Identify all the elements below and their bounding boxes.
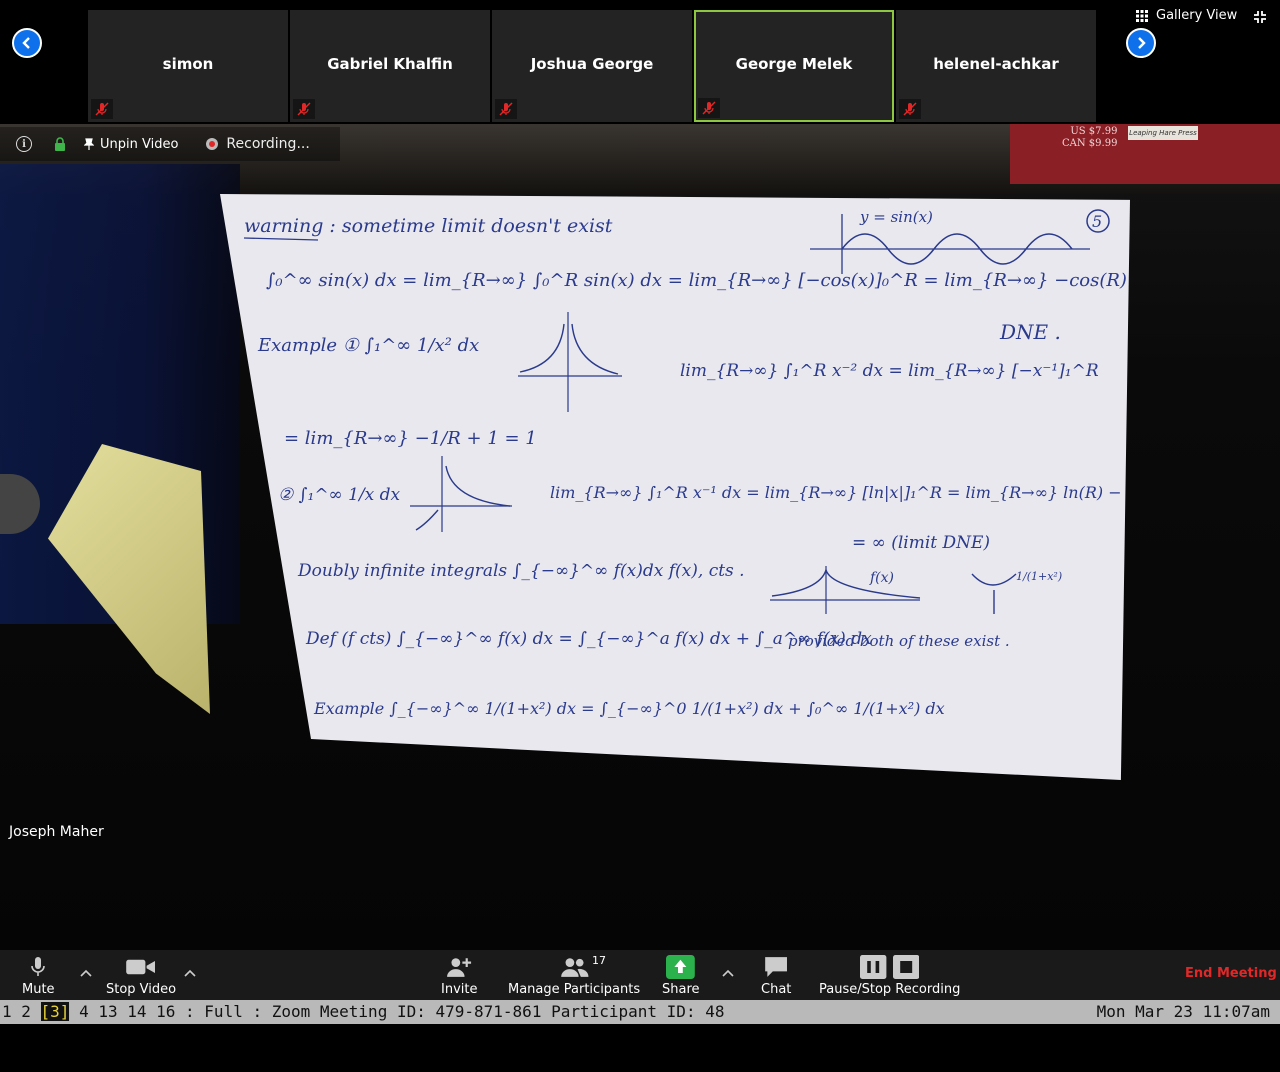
pin-icon <box>84 138 94 150</box>
share-screen-icon <box>666 955 696 979</box>
end-meeting-button[interactable]: End Meeting <box>1185 966 1277 981</box>
note-line: = lim_{R→∞} −1/R + 1 = 1 <box>284 428 537 449</box>
mute-button[interactable]: Mute <box>22 952 55 997</box>
meeting-toolbar: Mute Stop Video Invite Manage Participan… <box>0 950 1280 1000</box>
chat-label: Chat <box>761 982 792 997</box>
participant-strip: simon Gabriel Khalfin Joshua George Geor… <box>0 0 1280 124</box>
note-line: lim_{R→∞} ∫₁^R x⁻¹ dx = lim_{R→∞} [ln|x|… <box>550 483 1130 502</box>
audio-options-caret-icon[interactable] <box>80 968 92 978</box>
chevron-left-icon <box>22 37 30 49</box>
current-window: [3] <box>40 1002 70 1021</box>
participant-tile[interactable]: Gabriel Khalfin <box>290 10 490 122</box>
terminal-status-bar: 1 2 [3] 4 13 14 16 : Full : Zoom Meeting… <box>0 1000 1280 1024</box>
recording-label: Recording... <box>226 136 310 152</box>
mic-muted-icon <box>899 99 921 119</box>
record-icon <box>206 138 219 150</box>
note-line: Example ① ∫₁^∞ 1/x² dx <box>257 335 479 356</box>
participant-tile[interactable]: simon <box>88 10 288 122</box>
manage-participants-label: Manage Participants <box>508 982 641 997</box>
share-label: Share <box>662 982 700 997</box>
gallery-view-label: Gallery View <box>1156 8 1238 23</box>
add-person-icon <box>447 958 472 977</box>
mic-muted-icon <box>91 99 113 119</box>
note-line: DNE . <box>999 320 1061 344</box>
note-line: lim_{R→∞} ∫₁^R x⁻² dx = lim_{R→∞} [−x⁻¹]… <box>680 361 1099 381</box>
participant-name: Gabriel Khalfin <box>327 55 453 73</box>
book-label-text: Leaping Hare Press <box>1128 126 1198 140</box>
pause-stop-recording-label: Pause/Stop Recording <box>819 982 961 997</box>
note-line: warning : sometime limit doesn't exist <box>244 215 613 237</box>
next-page-button[interactable] <box>1126 28 1156 58</box>
invite-label: Invite <box>441 982 478 997</box>
graph-label: y = sin(x) <box>859 208 933 226</box>
meeting-info-bar: i Unpin Video Recording... <box>0 127 340 161</box>
participant-name: Joshua George <box>530 55 654 73</box>
stop-video-button[interactable]: Stop Video <box>106 952 176 997</box>
participant-name: helenel-achkar <box>933 55 1059 73</box>
note-line: Example ∫_{−∞}^∞ 1/(1+x²) dx = ∫_{−∞}^0 … <box>313 699 945 718</box>
clock: Mon Mar 23 11:07am <box>1096 1002 1270 1021</box>
pause-icon[interactable] <box>860 955 887 979</box>
active-speaker-name: Joseph Maher <box>9 824 104 840</box>
encryption-lock-icon[interactable] <box>54 137 66 151</box>
main-video: US $7.99 CAN $9.99 Leaping Hare Press 5 … <box>0 124 1280 950</box>
graph-label: 1/(1+x²) <box>1016 570 1062 583</box>
share-button[interactable]: Share <box>662 952 700 997</box>
participants-icon <box>560 958 589 977</box>
share-options-caret-icon[interactable] <box>722 968 734 978</box>
participant-name: George Melek <box>735 55 853 73</box>
participant-tile[interactable]: Joshua George <box>492 10 692 122</box>
participant-count-badge: 17 <box>592 954 606 967</box>
unpin-video-button[interactable]: Unpin Video <box>84 137 178 152</box>
recording-indicator[interactable]: Recording... <box>206 136 310 152</box>
chevron-right-icon <box>1138 37 1146 49</box>
note-line: provided both of these exist . <box>788 632 1010 650</box>
video-options-caret-icon[interactable] <box>184 968 196 978</box>
mic-muted-icon <box>698 98 720 118</box>
pause-stop-recording-button[interactable]: Pause/Stop Recording <box>819 952 960 997</box>
manage-participants-button[interactable]: Manage Participants <box>508 952 640 997</box>
participant-name: simon <box>162 55 214 73</box>
unpin-video-label: Unpin Video <box>100 136 179 152</box>
mic-muted-icon <box>495 99 517 119</box>
note-line: ② ∫₁^∞ 1/x dx <box>278 485 401 505</box>
gallery-view-button[interactable]: Gallery View <box>1136 8 1237 23</box>
invite-button[interactable]: Invite <box>441 952 477 997</box>
chat-button[interactable]: Chat <box>761 952 791 997</box>
graph-label: f(x) <box>869 570 894 586</box>
mute-label: Mute <box>22 982 55 997</box>
handwritten-notes: 5 warning : sometime limit doesn't exist… <box>243 208 1130 718</box>
note-line: = ∞ (limit DNE) <box>852 533 990 553</box>
chat-bubble-icon <box>765 957 788 977</box>
note-line: Doubly infinite integrals ∫_{−∞}^∞ f(x)d… <box>297 561 745 581</box>
microphone-icon <box>31 957 46 976</box>
page-number: 5 <box>1092 212 1102 231</box>
participant-tile[interactable]: helenel-achkar <box>896 10 1096 122</box>
stop-video-label: Stop Video <box>106 982 177 997</box>
info-icon[interactable]: i <box>16 136 32 152</box>
window-list: 1 2 [3] 4 13 14 16 : Full : Zoom Meeting… <box>2 1000 724 1024</box>
mic-muted-icon <box>293 99 315 119</box>
window-list-after: 4 13 14 16 : Full : Zoom Meeting ID: 479… <box>69 1002 725 1021</box>
note-line: ∫₀^∞ sin(x) dx = lim_{R→∞} ∫₀^R sin(x) d… <box>266 270 1130 291</box>
previous-page-button[interactable] <box>12 28 42 58</box>
participant-tile-active-speaker[interactable]: George Melek <box>694 10 894 122</box>
window-list-before: 1 2 <box>2 1002 41 1021</box>
stop-icon[interactable] <box>892 955 920 979</box>
exit-fullscreen-icon[interactable] <box>1253 10 1267 24</box>
book-price-text: US $7.99 CAN $9.99 <box>1062 126 1118 149</box>
whiteboard-paper: 5 warning : sometime limit doesn't exist… <box>220 194 1130 780</box>
video-camera-icon <box>126 959 156 975</box>
grid-icon <box>1136 9 1148 22</box>
